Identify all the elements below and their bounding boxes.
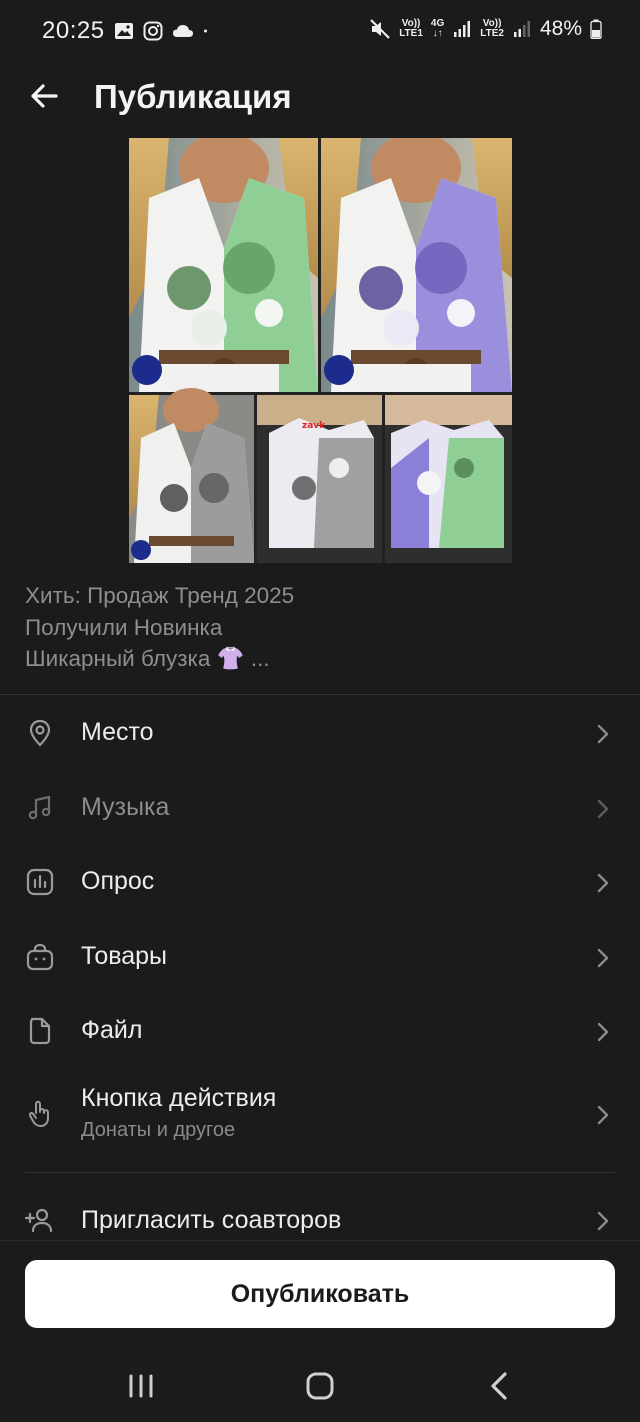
menu-label-music: Музыка [81, 793, 170, 821]
chevron-right-icon [597, 873, 609, 893]
sim2-lte-label: LTE2 [480, 28, 504, 39]
photo-tile-flatlay-purple-green [385, 395, 512, 563]
menu-label-poll: Опрос [81, 867, 155, 895]
menu-item-poll[interactable]: Опрос [0, 845, 640, 919]
battery-percent: 48% [539, 17, 582, 40]
file-icon [29, 1017, 51, 1045]
menu-item-goods[interactable]: Товары [0, 919, 640, 993]
menu-label-goods: Товары [81, 942, 167, 970]
page-title: Публикация [94, 78, 292, 115]
caption-line-2: Получили Новинка [25, 614, 223, 640]
music-note-icon [28, 795, 51, 820]
menu-divider [25, 1172, 615, 1173]
chevron-right-icon [597, 1211, 609, 1231]
poll-chart-icon [26, 868, 54, 896]
menu-label-action-button: Кнопка действия [81, 1084, 277, 1112]
cloud-icon [172, 25, 193, 37]
caption-divider [0, 694, 640, 695]
photo-collage: zavk [129, 133, 512, 563]
app-header: Публикация [0, 64, 640, 130]
photo-tile-grey [129, 388, 254, 563]
menu-item-file[interactable]: Файл [0, 994, 640, 1068]
photo-tile-flatlay-grey: zavk [257, 395, 382, 563]
status-time: 20:25 [42, 17, 105, 44]
chevron-right-icon [597, 724, 609, 744]
add-person-icon [25, 1208, 53, 1233]
back-nav-icon[interactable] [480, 1368, 520, 1404]
network-4g-indicator: 4G ↓↑ [431, 19, 444, 39]
menu-item-action-button[interactable]: Кнопка действия Донаты и другое [0, 1068, 640, 1162]
hand-tap-icon [28, 1100, 49, 1127]
menu-label-file: Файл [81, 1016, 143, 1044]
chevron-right-icon [597, 1105, 609, 1125]
chevron-right-icon [597, 948, 609, 968]
post-caption[interactable]: Хить: Продаж Тренд 2025 Получили Новинка… [25, 580, 615, 675]
dot-icon [203, 29, 207, 33]
signal-icon [454, 21, 471, 37]
footer-divider [0, 1240, 640, 1241]
data-arrows-icon: ↓↑ [432, 28, 443, 39]
sim1-indicator: Vo)) LTE1 [399, 19, 423, 39]
status-right: Vo)) LTE1 4G ↓↑ Vo)) LTE2 48% [369, 17, 602, 41]
post-photo[interactable]: zavk [129, 133, 512, 563]
status-bar: 20:25 Vo)) LTE1 4G ↓↑ Vo)) LTE2 48% [0, 0, 640, 64]
gallery-icon [114, 23, 133, 39]
location-pin-icon [29, 719, 51, 747]
caption-line-3: Шикарный блузка 👚 ... [25, 646, 270, 671]
photo-tile-green [129, 133, 318, 392]
photo-badge-text: zavk [302, 421, 326, 431]
sim1-lte-label: LTE1 [399, 28, 423, 39]
caption-line-1: Хить: Продаж Тренд 2025 [25, 583, 295, 608]
mute-icon [370, 19, 390, 39]
signal-weak-icon [513, 21, 530, 37]
menu-sublabel-action-button: Донаты и другое [81, 1119, 236, 1141]
home-icon[interactable] [300, 1368, 340, 1404]
shopping-bag-icon [26, 943, 54, 971]
photo-tile-purple [321, 133, 512, 392]
publish-button[interactable]: Опубликовать [25, 1260, 615, 1328]
back-arrow-icon[interactable] [26, 78, 66, 114]
chevron-right-icon [597, 799, 609, 819]
menu-label-place: Место [81, 718, 154, 746]
menu-item-invite-coauthors[interactable]: Пригласить соавторов [0, 1186, 640, 1240]
menu-item-music[interactable]: Музыка [0, 770, 640, 844]
status-left: 20:25 [42, 17, 213, 45]
sim2-indicator: Vo)) LTE2 [480, 19, 504, 39]
menu-label-invite-coauthors: Пригласить соавторов [81, 1206, 342, 1234]
battery-icon [590, 19, 602, 39]
menu-item-place[interactable]: Место [0, 696, 640, 770]
instagram-icon [143, 21, 163, 41]
chevron-right-icon [597, 1022, 609, 1042]
system-nav-bar [0, 1350, 640, 1422]
recent-apps-icon[interactable] [121, 1368, 161, 1404]
